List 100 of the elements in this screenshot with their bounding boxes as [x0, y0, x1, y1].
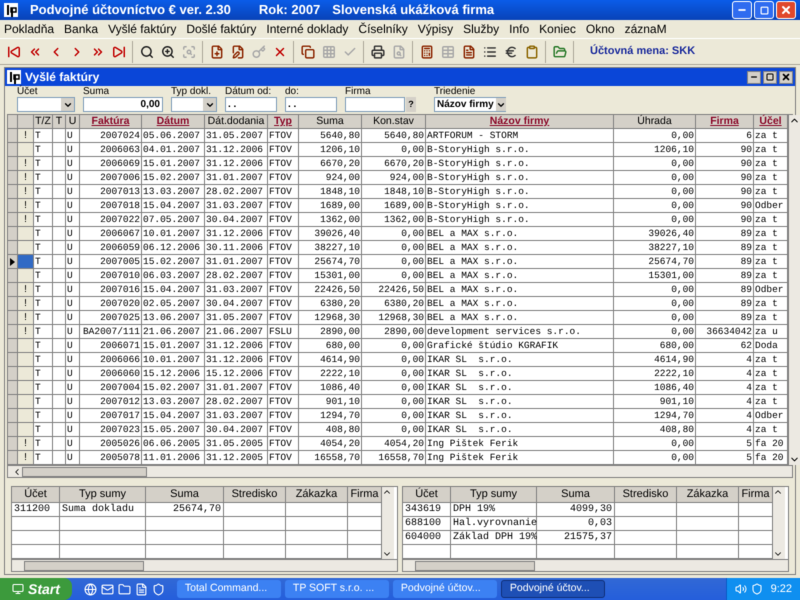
menu-item[interactable]: Výpisy — [418, 20, 454, 38]
dropdown-button[interactable] — [203, 98, 216, 111]
table-cell: ! — [18, 297, 34, 311]
table-cell: ! — [18, 157, 34, 171]
table-cell: ! — [18, 311, 34, 325]
shield-icon[interactable] — [750, 583, 763, 595]
document-icon[interactable] — [134, 582, 148, 596]
key-icon — [252, 44, 266, 58]
company-label: Slovenská ukážková firma — [332, 1, 494, 20]
menu-item[interactable]: Číselníky — [358, 20, 408, 38]
filter-combo[interactable]: Názov firmy — [434, 97, 506, 112]
taskbar-task[interactable]: Podvojné účtov... — [392, 580, 497, 598]
close-icon — [781, 72, 791, 82]
table-cell — [18, 269, 34, 283]
close-icon — [780, 4, 792, 16]
table-cell — [615, 503, 677, 517]
menu-item[interactable]: Interné doklady — [266, 20, 348, 38]
folder-icon — [553, 44, 567, 58]
scan-search-icon — [182, 44, 196, 58]
table-cell: ! — [18, 171, 34, 185]
list-icon — [483, 44, 497, 58]
lookup-button[interactable]: ? — [406, 97, 416, 112]
column-header[interactable]: Stredisko — [224, 487, 286, 503]
filter-label: Triedenie — [434, 86, 476, 97]
filter-input[interactable]: . . — [285, 97, 337, 112]
table-cell: ! — [18, 213, 34, 227]
restore-icon — [760, 6, 768, 14]
filter-input[interactable] — [345, 97, 405, 112]
menu-item[interactable]: Info — [509, 20, 530, 38]
table-cell: Základ DPH 19% — [451, 531, 537, 545]
dropdown-button[interactable] — [496, 98, 506, 111]
table-cell: ! — [18, 129, 34, 143]
filter-label: do: — [285, 86, 300, 97]
horizontal-scrollbar[interactable] — [403, 559, 788, 571]
currency-label: Účtovná mena: SKK — [590, 43, 696, 60]
table-cell — [18, 255, 34, 269]
column-header[interactable]: Stredisko — [615, 487, 677, 503]
column-header[interactable]: Účet — [12, 487, 60, 503]
filter-label: Suma — [83, 86, 110, 97]
column-header[interactable]: Typ sumy — [60, 487, 146, 503]
clock: 9:22 — [770, 582, 792, 597]
menu-item[interactable]: Došlé faktúry — [186, 20, 256, 38]
filter-label: Typ dokl. — [171, 86, 212, 97]
table-cell: ! — [18, 283, 34, 297]
document-icon — [462, 44, 476, 58]
table-cell — [677, 517, 739, 531]
filter-input[interactable]: 0,00 — [83, 97, 163, 112]
table-cell: ! — [18, 325, 34, 339]
column-header[interactable]: Typ sumy — [451, 487, 537, 503]
taskbar-task[interactable]: TP SOFT s.r.o. ... — [284, 580, 389, 598]
close-button[interactable] — [779, 70, 793, 84]
filter-input[interactable]: . . — [225, 97, 277, 112]
start-button[interactable]: Start — [0, 578, 72, 600]
maximize-button[interactable] — [763, 70, 777, 84]
menu-item[interactable]: Okno — [586, 20, 615, 38]
menu-item[interactable]: Banka — [64, 20, 98, 38]
search-icon — [140, 44, 154, 58]
mail-icon[interactable] — [100, 582, 114, 596]
table-cell — [677, 503, 739, 517]
table-cell: 688100 — [403, 517, 451, 531]
minimize-button[interactable] — [747, 70, 761, 84]
table-cell: DPH 19% — [451, 503, 537, 517]
table-cell: 4099,30 — [537, 503, 615, 517]
vertical-scrollbar[interactable] — [788, 115, 800, 465]
menu-item[interactable]: záznaM — [624, 20, 667, 38]
maximize-icon — [766, 73, 774, 81]
file-pen-icon — [231, 44, 245, 58]
row-indicator[interactable] — [8, 255, 18, 269]
table-cell — [677, 531, 739, 545]
menu-item[interactable]: Služby — [463, 20, 500, 38]
horizontal-scrollbar[interactable] — [12, 559, 397, 571]
taskbar-task[interactable]: Total Command... — [176, 580, 281, 598]
table-cell — [18, 339, 34, 353]
column-header[interactable]: Zákazka — [286, 487, 348, 503]
column-header[interactable]: Účet — [403, 487, 451, 503]
filter-label: Firma — [345, 86, 372, 97]
clipboard-icon — [525, 44, 539, 58]
column-header[interactable]: Suma — [537, 487, 615, 503]
restore-button[interactable] — [754, 1, 774, 19]
vertical-scrollbar[interactable] — [382, 487, 394, 559]
file-plus-icon — [210, 44, 224, 58]
table-cell: 25674,70 — [146, 503, 224, 517]
column-header[interactable]: Suma — [146, 487, 224, 503]
table-cell — [18, 381, 34, 395]
vertical-scrollbar[interactable] — [773, 487, 785, 559]
menu-item[interactable]: Koniec — [539, 20, 576, 38]
folder-icon[interactable] — [118, 582, 131, 596]
first-icon — [7, 44, 21, 58]
speaker-icon[interactable] — [734, 583, 747, 595]
table-icon — [441, 44, 455, 58]
document-title: Vyšlé faktúry — [25, 69, 100, 85]
horizontal-scrollbar[interactable] — [8, 465, 792, 477]
globe-icon[interactable] — [84, 582, 97, 596]
menu-item[interactable]: Vyšlé faktúry — [108, 20, 176, 38]
menu-item[interactable]: Pokladňa — [4, 20, 54, 38]
shield-icon[interactable] — [152, 582, 165, 596]
column-header[interactable]: Zákazka — [677, 487, 739, 503]
table-cell — [615, 517, 677, 531]
dropdown-button[interactable] — [61, 98, 74, 111]
taskbar-task[interactable]: Podvojné účtov... — [500, 580, 605, 598]
